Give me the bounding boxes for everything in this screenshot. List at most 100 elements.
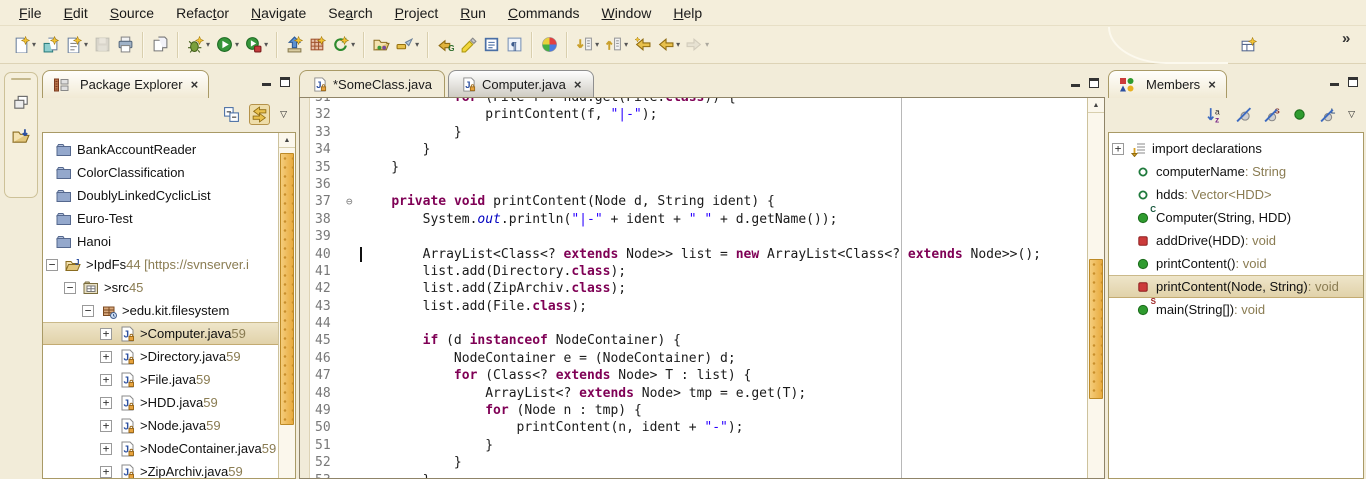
show-whitespace-button[interactable]: ¶ bbox=[503, 31, 526, 59]
menu-search[interactable]: Search bbox=[317, 2, 383, 24]
code-lines[interactable]: 31 for (File f : hdd.get(File.class)) {3… bbox=[310, 98, 1087, 478]
minimize-button[interactable] bbox=[1330, 83, 1339, 86]
tree-item-edu-kit-filesystem[interactable]: −> edu.kit.filesystem bbox=[43, 299, 278, 322]
menu-refactor[interactable]: Refactor bbox=[165, 2, 240, 24]
close-icon[interactable]: × bbox=[1208, 77, 1216, 92]
code-line-47[interactable]: 47 for (Class<? extends Node> T : list) … bbox=[310, 367, 1087, 384]
tree-item-nodecontainer-java[interactable]: +J> NodeContainer.java 59 bbox=[43, 437, 278, 460]
scroll-up-arrow[interactable]: ▲ bbox=[279, 133, 295, 148]
annotation-ruler[interactable] bbox=[300, 98, 310, 478]
collapse-icon[interactable]: − bbox=[64, 282, 76, 294]
minimize-button[interactable] bbox=[1071, 84, 1080, 87]
link-with-editor-button[interactable] bbox=[249, 104, 270, 125]
tree-item-hanoi[interactable]: Hanoi bbox=[43, 230, 278, 253]
code-line-31[interactable]: 31 for (File f : hdd.get(File.class)) { bbox=[310, 98, 1087, 106]
member-printcontent-node-string-[interactable]: printContent(Node, String) : void bbox=[1109, 275, 1363, 298]
tree-item-file-java[interactable]: +J> File.java 59 bbox=[43, 368, 278, 391]
package-explorer-scrollbar[interactable]: ▲ bbox=[278, 133, 295, 478]
tree-item-euro-test[interactable]: Euro-Test bbox=[43, 207, 278, 230]
code-line-44[interactable]: 44 bbox=[310, 315, 1087, 332]
tree-item-computer-java[interactable]: +J> Computer.java 59 bbox=[43, 322, 278, 345]
back-button[interactable]: ▾ bbox=[654, 31, 683, 59]
maximize-button[interactable] bbox=[280, 77, 290, 87]
collapse-icon[interactable]: − bbox=[46, 259, 58, 271]
tree-item-doublylinkedcycliclist[interactable]: DoublyLinkedCyclicList bbox=[43, 184, 278, 207]
external-tools-dropdown-arrow[interactable]: ▾ bbox=[264, 40, 268, 49]
member-computer-string-hdd-[interactable]: CComputer(String, HDD) bbox=[1109, 206, 1363, 229]
code-line-45[interactable]: 45 if (d instanceof NodeContainer) { bbox=[310, 332, 1087, 349]
expand-icon[interactable]: + bbox=[100, 374, 112, 386]
run-dropdown-arrow[interactable]: ▾ bbox=[235, 40, 239, 49]
member-hdds[interactable]: hdds : Vector<HDD> bbox=[1109, 183, 1363, 206]
copy-pages-button[interactable] bbox=[149, 31, 172, 59]
menu-commands[interactable]: Commands bbox=[497, 2, 591, 24]
open-perspective-button[interactable] bbox=[1237, 31, 1260, 59]
scroll-up-arrow[interactable]: ▲ bbox=[1088, 98, 1104, 113]
debug-button[interactable]: ▾ bbox=[184, 31, 213, 59]
tree-item-src[interactable]: −> src 45 bbox=[43, 276, 278, 299]
expand-icon[interactable]: + bbox=[100, 397, 112, 409]
minimize-button[interactable] bbox=[262, 83, 271, 86]
menu-project[interactable]: Project bbox=[384, 2, 450, 24]
code-line-35[interactable]: 35 } bbox=[310, 159, 1087, 176]
import-archive-button[interactable] bbox=[283, 31, 306, 59]
menu-source[interactable]: Source bbox=[99, 2, 165, 24]
color-palette-button[interactable] bbox=[538, 31, 561, 59]
editor-scrollbar[interactable]: ▲ bbox=[1087, 98, 1104, 478]
menu-window[interactable]: Window bbox=[591, 2, 663, 24]
expand-icon[interactable]: + bbox=[100, 443, 112, 455]
previous-annotation-button[interactable]: ▾ bbox=[602, 31, 631, 59]
refresh-button[interactable]: ▾ bbox=[329, 31, 358, 59]
hide-fields-button[interactable] bbox=[1233, 104, 1254, 125]
tree-item-node-java[interactable]: +J> Node.java 59 bbox=[43, 414, 278, 437]
menu-help[interactable]: Help bbox=[662, 2, 713, 24]
hide-local-types-button[interactable]: L bbox=[1317, 104, 1338, 125]
show-source-button[interactable] bbox=[480, 31, 503, 59]
code-line-40[interactable]: 40 ArrayList<Class<? extends Node>> list… bbox=[310, 246, 1087, 263]
forward-dropdown-arrow[interactable]: ▾ bbox=[705, 40, 709, 49]
next-annotation-button[interactable]: ▾ bbox=[573, 31, 602, 59]
tree-item-colorclassification[interactable]: ColorClassification bbox=[43, 161, 278, 184]
code-line-43[interactable]: 43 list.add(File.class); bbox=[310, 298, 1087, 315]
tree-item-hdd-java[interactable]: +J> HDD.java 59 bbox=[43, 391, 278, 414]
code-line-51[interactable]: 51 } bbox=[310, 437, 1087, 454]
tree-item-ipdfs[interactable]: −J> IpdFs 44 [https://svnserver.i bbox=[43, 253, 278, 276]
new-java-class-button[interactable] bbox=[39, 31, 62, 59]
code-line-36[interactable]: 36 bbox=[310, 176, 1087, 193]
code-line-34[interactable]: 34 } bbox=[310, 141, 1087, 158]
code-line-37[interactable]: 37⊖ private void printContent(Node d, St… bbox=[310, 193, 1087, 210]
print-button[interactable] bbox=[114, 31, 137, 59]
code-editor[interactable]: 31 for (File f : hdd.get(File.class)) {3… bbox=[299, 97, 1105, 479]
hide-non-public-button[interactable] bbox=[1289, 104, 1310, 125]
collapse-all-button[interactable] bbox=[221, 104, 242, 125]
code-line-39[interactable]: 39 bbox=[310, 228, 1087, 245]
collapse-icon[interactable]: − bbox=[82, 305, 94, 317]
code-line-32[interactable]: 32 printContent(f, "|-"); bbox=[310, 106, 1087, 123]
previous-annotation-dropdown-arrow[interactable]: ▾ bbox=[624, 40, 628, 49]
member-main-string-[interactable]: Smain(String[]) : void bbox=[1109, 298, 1363, 321]
expand-icon[interactable]: + bbox=[100, 328, 112, 340]
code-line-52[interactable]: 52 } bbox=[310, 454, 1087, 471]
maximize-button[interactable] bbox=[1089, 78, 1099, 88]
new-java-project-button[interactable]: ▾ bbox=[62, 31, 91, 59]
package-explorer-tab[interactable]: Package Explorer × bbox=[42, 70, 209, 98]
next-annotation-dropdown-arrow[interactable]: ▾ bbox=[595, 40, 599, 49]
new-java-project-dropdown-arrow[interactable]: ▾ bbox=[84, 40, 88, 49]
close-icon[interactable]: × bbox=[574, 77, 582, 92]
code-line-48[interactable]: 48 ArrayList<? extends Node> tmp = e.get… bbox=[310, 385, 1087, 402]
sort-alpha-button[interactable]: az bbox=[1205, 104, 1226, 125]
fold-collapse-icon[interactable]: ⊖ bbox=[346, 193, 360, 210]
plugin-spy-button[interactable]: G bbox=[434, 31, 457, 59]
view-menu-button[interactable]: ▽ bbox=[277, 109, 290, 120]
search-button[interactable]: ▾ bbox=[393, 31, 422, 59]
menu-navigate[interactable]: Navigate bbox=[240, 2, 317, 24]
expand-icon[interactable]: + bbox=[100, 466, 112, 478]
new-wizard-dropdown-arrow[interactable]: ▾ bbox=[32, 40, 36, 49]
java-perspective-button[interactable] bbox=[9, 124, 33, 148]
scrollbar-thumb[interactable] bbox=[280, 153, 294, 425]
hide-static-button[interactable]: S bbox=[1261, 104, 1282, 125]
menu-run[interactable]: Run bbox=[449, 2, 497, 24]
code-line-49[interactable]: 49 for (Node n : tmp) { bbox=[310, 402, 1087, 419]
code-line-41[interactable]: 41 list.add(Directory.class); bbox=[310, 263, 1087, 280]
code-line-50[interactable]: 50 printContent(n, ident + "-"); bbox=[310, 419, 1087, 436]
